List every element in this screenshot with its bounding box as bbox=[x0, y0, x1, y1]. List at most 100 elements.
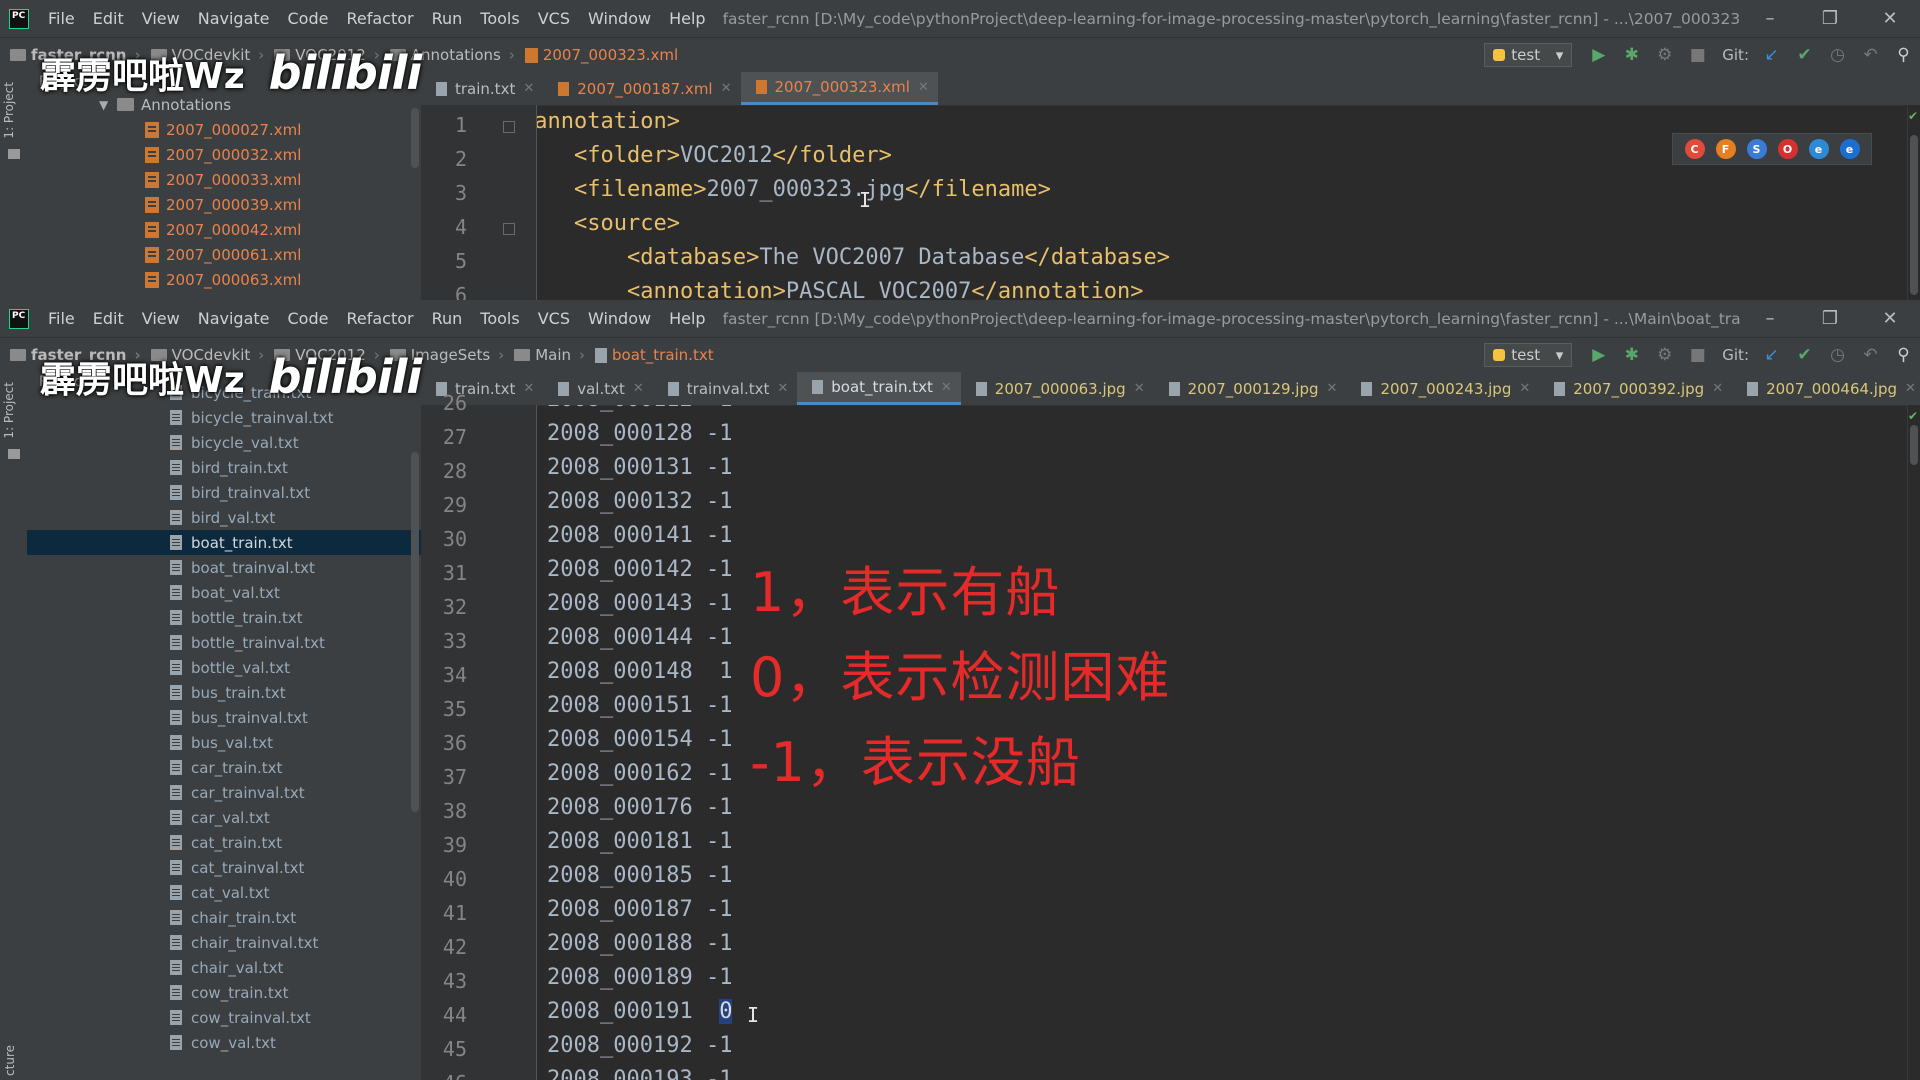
editor-scrollbar[interactable]: ✔ bbox=[1907, 405, 1920, 1080]
menu-tools[interactable]: Tools bbox=[471, 309, 528, 328]
menu-vcs[interactable]: VCS bbox=[529, 309, 579, 328]
tree-file-item[interactable]: cow_trainval.txt bbox=[27, 1005, 421, 1030]
search-icon[interactable]: ⚲ bbox=[1887, 45, 1920, 65]
project-tool-button[interactable]: 1: Project bbox=[2, 382, 16, 439]
close-icon[interactable]: ✕ bbox=[1860, 308, 1920, 329]
tree-file-item[interactable]: bottle_val.txt bbox=[27, 655, 421, 680]
debug-icon[interactable]: ✱ bbox=[1615, 45, 1648, 65]
tree-file-item[interactable]: car_train.txt bbox=[27, 755, 421, 780]
git-rollback-icon[interactable]: ↶ bbox=[1854, 345, 1887, 365]
minimize-icon[interactable]: – bbox=[1740, 8, 1800, 29]
menu-navigate[interactable]: Navigate bbox=[189, 309, 279, 328]
tab-close-icon[interactable]: ✕ bbox=[1519, 381, 1530, 396]
restore-icon[interactable]: ❐ bbox=[1800, 308, 1860, 329]
tree-file-item[interactable]: bus_train.txt bbox=[27, 680, 421, 705]
tree-file-item[interactable]: cow_val.txt bbox=[27, 1030, 421, 1055]
edge-icon[interactable]: e bbox=[1839, 139, 1860, 159]
tree-file-item[interactable]: 2007_000042.xml bbox=[27, 217, 421, 242]
menu-vcs[interactable]: VCS bbox=[529, 9, 579, 28]
tree-file-item[interactable]: chair_trainval.txt bbox=[27, 930, 421, 955]
menu-navigate[interactable]: Navigate bbox=[189, 9, 279, 28]
tree-file-item[interactable]: 2007_000032.xml bbox=[27, 142, 421, 167]
safari-icon[interactable]: S bbox=[1746, 139, 1767, 159]
editor-tab[interactable]: train.txt ✕ bbox=[421, 72, 543, 105]
stop-icon[interactable]: ■ bbox=[1681, 345, 1714, 365]
run-config-select[interactable]: test ▾ bbox=[1484, 43, 1573, 67]
tab-close-icon[interactable]: ✕ bbox=[1905, 381, 1916, 396]
chrome-icon[interactable]: C bbox=[1684, 139, 1705, 159]
menu-refactor[interactable]: Refactor bbox=[337, 309, 422, 328]
tree-file-item[interactable]: car_val.txt bbox=[27, 805, 421, 830]
project-tool-button[interactable]: 1: Project bbox=[2, 82, 16, 139]
tree-file-item[interactable]: bird_trainval.txt bbox=[27, 480, 421, 505]
project-scrollbar[interactable] bbox=[411, 452, 419, 812]
tree-file-item[interactable]: 2007_000033.xml bbox=[27, 167, 421, 192]
menu-code[interactable]: Code bbox=[279, 9, 338, 28]
editor-tab[interactable]: 2007_000243.jpg ✕ bbox=[1346, 372, 1539, 405]
code-editor[interactable]: 2008_000112 -12008_000128 -12008_000131 … bbox=[537, 405, 1908, 1080]
run-icon[interactable]: ▶ bbox=[1582, 345, 1615, 365]
git-history-icon[interactable]: ◷ bbox=[1821, 45, 1854, 65]
fold-icon[interactable] bbox=[503, 223, 515, 235]
editor-tab[interactable]: 2007_000063.jpg ✕ bbox=[961, 372, 1154, 405]
menu-code[interactable]: Code bbox=[279, 309, 338, 328]
tab-close-icon[interactable]: ✕ bbox=[523, 381, 534, 396]
tree-file-item[interactable]: bottle_trainval.txt bbox=[27, 630, 421, 655]
tree-file-item[interactable]: boat_val.txt bbox=[27, 580, 421, 605]
close-icon[interactable]: ✕ bbox=[1860, 8, 1920, 29]
breadcrumb-item[interactable]: Main › bbox=[514, 346, 585, 364]
minimize-icon[interactable]: – bbox=[1740, 308, 1800, 329]
git-history-icon[interactable]: ◷ bbox=[1821, 345, 1854, 365]
structure-tool-button[interactable]: cture bbox=[3, 1045, 17, 1076]
project-scrollbar[interactable] bbox=[411, 108, 419, 168]
tree-file-item[interactable]: bicycle_trainval.txt bbox=[27, 405, 421, 430]
run-icon[interactable]: ▶ bbox=[1582, 45, 1615, 65]
tree-file-item[interactable]: bottle_train.txt bbox=[27, 605, 421, 630]
editor-tab[interactable]: boat_train.txt ✕ bbox=[797, 372, 961, 405]
menu-help[interactable]: Help bbox=[660, 309, 714, 328]
tree-file-item[interactable]: bird_val.txt bbox=[27, 505, 421, 530]
tree-file-item[interactable]: bird_train.txt bbox=[27, 455, 421, 480]
tree-file-item[interactable]: 2007_000063.xml bbox=[27, 267, 421, 292]
tab-close-icon[interactable]: ✕ bbox=[941, 380, 952, 395]
firefox-icon[interactable]: F bbox=[1715, 139, 1736, 159]
tree-file-item[interactable]: boat_trainval.txt bbox=[27, 555, 421, 580]
opera-icon[interactable]: O bbox=[1777, 139, 1798, 159]
git-commit-icon[interactable]: ✔ bbox=[1788, 345, 1821, 365]
menu-view[interactable]: View bbox=[133, 9, 189, 28]
menu-file[interactable]: File bbox=[39, 9, 84, 28]
tree-file-item[interactable]: bus_trainval.txt bbox=[27, 705, 421, 730]
tree-file-item[interactable]: 2007_000061.xml bbox=[27, 242, 421, 267]
menu-refactor[interactable]: Refactor bbox=[337, 9, 422, 28]
menu-run[interactable]: Run bbox=[423, 309, 472, 328]
editor-tab[interactable]: 2007_000129.jpg ✕ bbox=[1154, 372, 1347, 405]
fold-icon[interactable] bbox=[503, 121, 515, 133]
tree-file-item[interactable]: bus_val.txt bbox=[27, 730, 421, 755]
ie-icon[interactable]: e bbox=[1808, 139, 1829, 159]
git-update-icon[interactable]: ↙ bbox=[1755, 345, 1788, 365]
editor-scrollbar[interactable]: ✔ bbox=[1907, 105, 1920, 300]
menu-run[interactable]: Run bbox=[423, 9, 472, 28]
tree-file-item[interactable]: cat_train.txt bbox=[27, 830, 421, 855]
tree-file-item[interactable]: bicycle_val.txt bbox=[27, 430, 421, 455]
editor-tab[interactable]: 2007_000323.xml ✕ bbox=[740, 72, 938, 105]
tab-close-icon[interactable]: ✕ bbox=[633, 381, 644, 396]
tab-close-icon[interactable]: ✕ bbox=[721, 81, 732, 96]
tree-file-item[interactable]: boat_train.txt bbox=[27, 530, 421, 555]
menu-tools[interactable]: Tools bbox=[471, 9, 528, 28]
tree-file-item[interactable]: 2007_000027.xml bbox=[27, 117, 421, 142]
editor-tab[interactable]: 2007_000464.jpg ✕ bbox=[1732, 372, 1920, 405]
tree-file-item[interactable]: 2007_000039.xml bbox=[27, 192, 421, 217]
editor-tab[interactable]: 2007_000392.jpg ✕ bbox=[1539, 372, 1732, 405]
stop-icon[interactable]: ■ bbox=[1681, 45, 1714, 65]
breadcrumb-item[interactable]: 2007_000323.xml bbox=[524, 46, 678, 64]
tree-file-item[interactable]: cat_val.txt bbox=[27, 880, 421, 905]
coverage-icon[interactable]: ⚙ bbox=[1648, 345, 1681, 365]
tree-file-item[interactable]: chair_val.txt bbox=[27, 955, 421, 980]
editor-tab[interactable]: 2007_000187.xml ✕ bbox=[543, 72, 740, 105]
tab-close-icon[interactable]: ✕ bbox=[523, 81, 534, 96]
scrollbar-thumb[interactable] bbox=[1910, 425, 1918, 465]
tab-close-icon[interactable]: ✕ bbox=[918, 80, 929, 95]
tab-close-icon[interactable]: ✕ bbox=[1134, 381, 1145, 396]
tab-close-icon[interactable]: ✕ bbox=[1327, 381, 1338, 396]
